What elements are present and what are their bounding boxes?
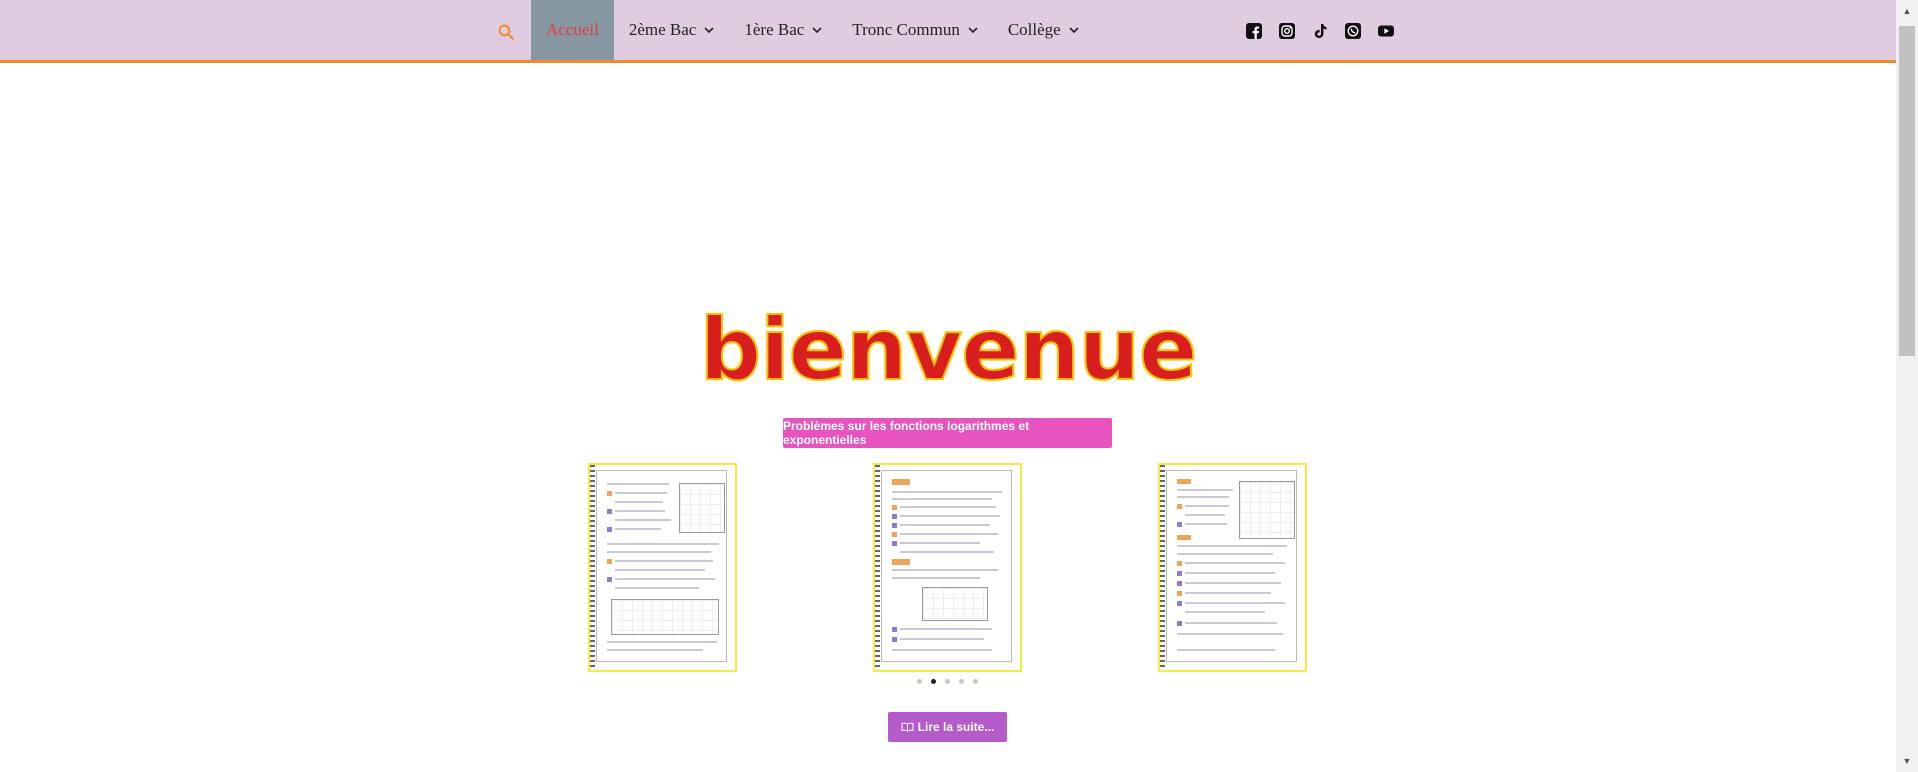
chevron-down-icon [812, 26, 822, 34]
nav-item-1ere-bac[interactable]: 1ère Bac [729, 0, 837, 60]
facebook-link[interactable] [1245, 22, 1263, 40]
instagram-link[interactable] [1278, 22, 1296, 40]
chevron-down-icon [704, 26, 714, 34]
nav-item-tronc-commun[interactable]: Tronc Commun [837, 0, 993, 60]
main-nav: Accueil 2ème Bac 1ère Bac Tronc Commun C… [531, 0, 1094, 60]
scroll-down-arrow-icon[interactable]: ▼ [1896, 752, 1918, 770]
page-spine [1160, 465, 1165, 670]
article-thumbnail[interactable] [588, 463, 737, 672]
whatsapp-icon [1345, 23, 1361, 39]
nav-item-label: Collège [1007, 20, 1061, 39]
tiktok-icon [1314, 24, 1327, 38]
nav-item-accueil[interactable]: Accueil [531, 0, 614, 60]
graph-figure [679, 483, 725, 533]
slider-pagination [917, 679, 978, 684]
slider-dot[interactable] [917, 679, 922, 684]
slider-dot[interactable] [945, 679, 950, 684]
nav-item-college[interactable]: Collège [993, 0, 1094, 60]
article-thumbnail[interactable] [873, 463, 1022, 672]
slider-dot-active[interactable] [931, 679, 936, 684]
hero-title: bienvenue [699, 299, 1199, 401]
chevron-down-icon [1069, 26, 1079, 34]
tiktok-link[interactable] [1311, 22, 1329, 40]
page-spine [875, 465, 880, 670]
read-more-label: Lire la suite... [917, 720, 995, 734]
graph-figure [922, 587, 988, 621]
graph-figure [1239, 481, 1295, 539]
nav-item-2eme-bac[interactable]: 2ème Bac [614, 0, 730, 60]
youtube-icon [1378, 25, 1394, 37]
read-more-button[interactable]: Lire la suite... [888, 712, 1007, 742]
social-links [1245, 22, 1395, 40]
nav-item-label: Accueil [546, 20, 599, 39]
search-button[interactable] [492, 18, 520, 46]
search-icon [498, 24, 514, 40]
featured-article-button[interactable]: Problèmes sur les fonctions logarithmes … [783, 418, 1112, 448]
instagram-icon [1279, 23, 1295, 39]
book-icon [901, 722, 914, 732]
page-sheet [596, 470, 727, 662]
scrollbar-thumb[interactable] [1899, 26, 1915, 356]
whatsapp-link[interactable] [1344, 22, 1362, 40]
nav-item-label: 1ère Bac [744, 20, 805, 39]
page-spine [590, 465, 595, 670]
slider-dot[interactable] [973, 679, 978, 684]
page-sheet [881, 470, 1012, 662]
article-thumbnail[interactable] [1158, 463, 1307, 672]
chevron-down-icon [968, 26, 978, 34]
youtube-link[interactable] [1377, 22, 1395, 40]
variation-table [611, 599, 719, 635]
site-header: Accueil 2ème Bac 1ère Bac Tronc Commun C… [0, 0, 1896, 63]
scroll-up-arrow-icon[interactable]: ▲ [1896, 2, 1918, 20]
facebook-icon [1246, 23, 1262, 39]
nav-item-label: 2ème Bac [628, 20, 697, 39]
scrollbar[interactable]: ▲ ▼ [1896, 0, 1918, 772]
page-sheet [1166, 470, 1297, 662]
nav-item-label: Tronc Commun [852, 20, 960, 39]
slider-dot[interactable] [959, 679, 964, 684]
